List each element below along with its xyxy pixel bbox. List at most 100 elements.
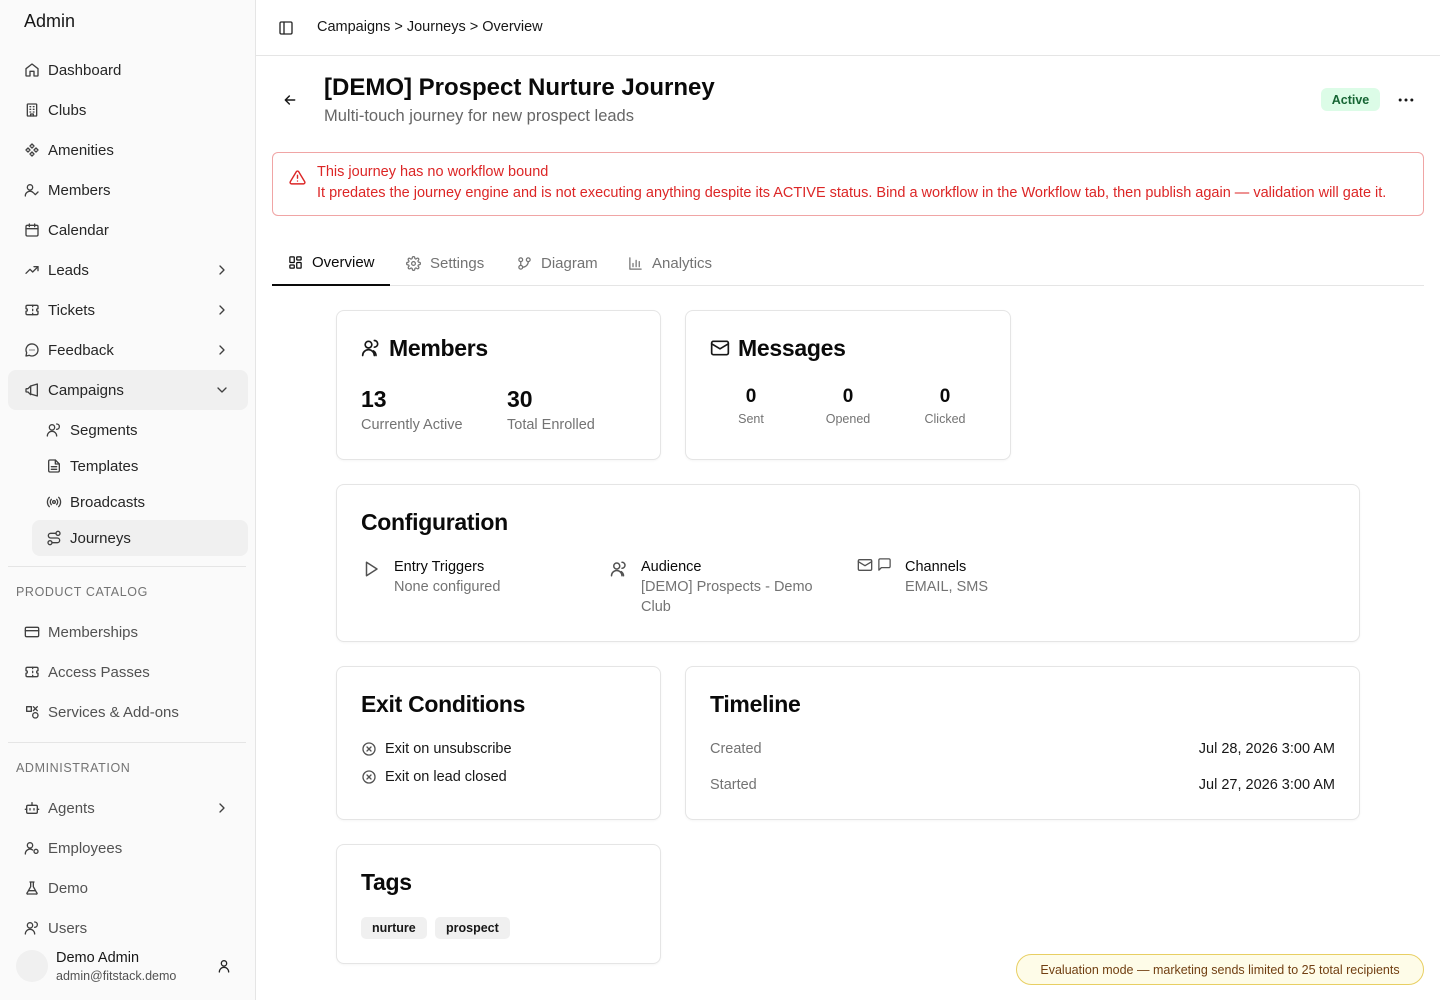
breadcrumb: Campaigns > Journeys > Overview (317, 19, 543, 35)
sidebar-item-label: Employees (48, 839, 123, 857)
sidebar-nav: Dashboard Clubs Amenities Members Calend… (8, 50, 248, 948)
user-name: Demo Admin (56, 950, 140, 966)
sidebar-item-broadcasts[interactable]: Broadcasts (32, 484, 248, 520)
sidebar-item-campaigns[interactable]: Campaigns (8, 370, 248, 410)
user-menu[interactable]: Demo Admin admin@fitstack.demo (16, 948, 240, 988)
sidebar-item-templates[interactable]: Templates (32, 448, 248, 484)
card-title: Messages (738, 335, 846, 361)
sidebar-item-label: Feedback (48, 341, 114, 359)
audience-value: [DEMO] Prospects - Demo Club (641, 579, 813, 615)
shapes-icon (26, 706, 39, 719)
audience-label: Audience (641, 559, 702, 575)
messages-card: Messages 0 Sent 0 Opened 0 Clicked (685, 310, 1011, 460)
tag-chip: prospect (435, 917, 510, 939)
avatar (16, 950, 48, 982)
sidebar-item-label: Tickets (48, 301, 95, 319)
sidebar-item-services-addons[interactable]: Services & Add-ons (8, 692, 248, 732)
sidebar-item-dashboard[interactable]: Dashboard (8, 50, 248, 90)
users-icon (24, 921, 38, 935)
currently-active-value: 13 (361, 386, 387, 412)
chevron-down-icon (217, 387, 227, 393)
sidebar-item-journeys[interactable]: Journeys (32, 520, 248, 556)
sidebar-item-amenities[interactable]: Amenities (8, 130, 248, 170)
chevron-right-icon (219, 305, 225, 315)
sidebar-toggle-icon[interactable] (278, 20, 294, 36)
total-enrolled-value: 30 (507, 386, 533, 412)
sidebar-item-label: Amenities (48, 141, 114, 159)
credit-card-icon (24, 626, 40, 638)
exit-condition-label: Exit on lead closed (385, 769, 507, 785)
message-circle-icon (25, 343, 39, 357)
broadcast-icon (46, 496, 62, 508)
more-options-icon[interactable] (1396, 90, 1416, 110)
started-value: Jul 27, 2026 3:00 AM (1198, 777, 1335, 793)
sidebar: Admin Dashboard Clubs Amenities Members … (0, 0, 256, 1000)
users-icon (361, 339, 379, 357)
sidebar-item-label: Templates (70, 457, 139, 475)
tab-settings[interactable]: Settings (406, 240, 484, 286)
sidebar-item-label: Services & Add-ons (48, 703, 179, 721)
sidebar-item-clubs[interactable]: Clubs (8, 90, 248, 130)
opened-label: Opened (825, 412, 871, 426)
route-icon (47, 530, 61, 546)
sidebar-item-access-passes[interactable]: Access Passes (8, 652, 248, 692)
channels-label: Channels (905, 559, 967, 575)
ticket-icon (25, 304, 39, 316)
sidebar-item-label: Members (48, 181, 111, 199)
entry-triggers-label: Entry Triggers (394, 559, 485, 575)
users-icon (46, 423, 60, 437)
calendar-icon (25, 223, 39, 237)
tab-analytics[interactable]: Analytics (628, 240, 712, 286)
sidebar-item-feedback[interactable]: Feedback (8, 330, 248, 370)
sidebar-item-label: Journeys (70, 529, 131, 547)
sidebar-item-label: Clubs (48, 101, 87, 119)
sidebar-item-leads[interactable]: Leads (8, 250, 248, 290)
back-arrow-icon[interactable] (282, 92, 298, 108)
tab-bar: Overview Settings Diagram Analytics (272, 240, 1424, 286)
section-heading-administration: ADMINISTRATION (16, 761, 131, 775)
layout-dashboard-icon (289, 255, 302, 269)
tab-overview[interactable]: Overview (272, 240, 390, 286)
tab-label: Overview (312, 253, 375, 271)
message-square-icon (878, 558, 891, 571)
configuration-card: Configuration Entry Triggers None config… (336, 484, 1360, 642)
sidebar-item-members[interactable]: Members (8, 170, 248, 210)
user-icon[interactable] (216, 958, 232, 974)
trending-up-icon (25, 266, 39, 274)
sidebar-item-employees[interactable]: Employees (8, 828, 248, 868)
alert-description: It predates the journey engine and is no… (317, 185, 1387, 201)
bot-icon (24, 802, 40, 814)
created-value: Jul 28, 2026 3:00 AM (1198, 741, 1335, 757)
users-icon (610, 561, 626, 577)
entry-triggers-value: None configured (394, 579, 501, 595)
x-circle-icon (362, 770, 376, 784)
sidebar-item-label: Segments (70, 421, 138, 439)
sidebar-item-agents[interactable]: Agents (8, 788, 248, 828)
started-label: Started (710, 777, 757, 793)
alert-title: This journey has no workflow bound (317, 164, 549, 180)
top-bar: Campaigns > Journeys > Overview (256, 0, 1440, 56)
building-icon (26, 103, 38, 117)
tab-diagram[interactable]: Diagram (517, 240, 598, 286)
sidebar-item-label: Users (48, 919, 88, 937)
warning-triangle-icon (289, 170, 306, 185)
sidebar-item-memberships[interactable]: Memberships (8, 612, 248, 652)
sidebar-divider (8, 566, 246, 567)
sidebar-item-calendar[interactable]: Calendar (8, 210, 248, 250)
campaigns-submenu: Segments Templates Broadcasts Journeys (30, 412, 248, 556)
sidebar-item-tickets[interactable]: Tickets (8, 290, 248, 330)
sidebar-item-users[interactable]: Users (8, 908, 248, 948)
timeline-card: Timeline Created Jul 28, 2026 3:00 AM St… (685, 666, 1360, 820)
user-cog-icon (24, 842, 39, 855)
currently-active-label: Currently Active (361, 417, 463, 433)
created-label: Created (710, 741, 762, 757)
sidebar-divider (8, 742, 246, 743)
sidebar-item-segments[interactable]: Segments (32, 412, 248, 448)
sidebar-item-demo[interactable]: Demo (8, 868, 248, 908)
git-branch-icon (518, 256, 531, 270)
gear-icon (406, 255, 421, 271)
sent-label: Sent (738, 412, 764, 426)
play-icon (365, 561, 378, 577)
sidebar-item-label: Broadcasts (70, 493, 146, 511)
user-check-icon (24, 184, 39, 197)
